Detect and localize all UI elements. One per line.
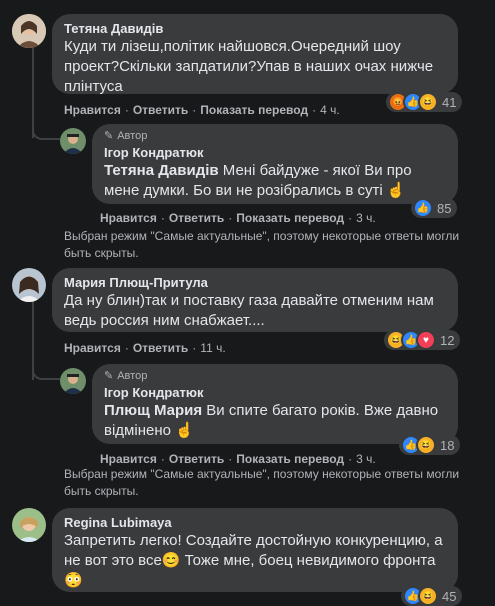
filter-notice: Выбран режим "Самые актуальные", поэтому…	[64, 467, 460, 498]
comment-text: Да ну блин)так и поставку газа давайте о…	[64, 292, 434, 329]
avatar[interactable]	[12, 268, 46, 302]
translate-link[interactable]: Показать перевод	[236, 452, 344, 466]
comment-text: Тетяна Давидів Мені байдуже - якої Ви пр…	[104, 162, 412, 199]
author-badge: ✎ Автор	[104, 129, 148, 143]
comment-author[interactable]: Тетяна Давидів	[64, 21, 446, 37]
pencil-icon: ✎	[104, 370, 114, 382]
love-icon: ♥	[416, 330, 436, 350]
reaction-count: 45	[442, 588, 457, 604]
thread-line	[32, 110, 60, 140]
reply-link[interactable]: Ответить	[169, 211, 224, 225]
timestamp[interactable]: 4 ч.	[320, 103, 340, 117]
reaction-count: 85	[437, 200, 452, 216]
thread-line	[32, 350, 60, 380]
reactions-summary[interactable]: 😆 👍 ♥ 12	[384, 330, 461, 350]
translate-link[interactable]: Показать перевод	[200, 103, 308, 117]
author-badge: ✎ Автор	[104, 369, 148, 383]
avatar[interactable]	[60, 368, 86, 394]
reaction-count: 12	[440, 332, 455, 348]
comment-actions: Нравится · Ответить · Показать перевод · 4 ч.	[64, 103, 340, 117]
comment-bubble: Regina Lubimaya Запретить легко! Создайт…	[52, 508, 458, 592]
like-link[interactable]: Нравится	[100, 452, 157, 466]
reaction-count: 18	[440, 437, 455, 453]
reactions-summary[interactable]: 👍 😆 45	[401, 586, 463, 606]
comment-author[interactable]: Ігор Кондратюк	[104, 385, 446, 401]
like-icon: 👍	[413, 198, 433, 218]
reply-link[interactable]: Ответить	[133, 341, 188, 355]
timestamp[interactable]: 11 ч.	[200, 341, 225, 355]
reactions-summary[interactable]: 👍 😆 18	[399, 435, 461, 455]
pencil-icon: ✎	[104, 130, 114, 142]
comment-actions: Нравится · Ответить · 11 ч.	[64, 341, 226, 355]
reactions-summary[interactable]: 😡 👍 😆 41	[386, 92, 463, 112]
reply-link[interactable]: Ответить	[169, 452, 224, 466]
like-link[interactable]: Нравится	[64, 103, 121, 117]
comment-text: Куди ти лізеш,політик найшовся.Очередний…	[64, 38, 434, 95]
comment-text: Запретить легко! Создайте достойную конк…	[64, 532, 443, 589]
like-link[interactable]: Нравится	[100, 211, 157, 225]
filter-notice: Выбран режим "Самые актуальные", поэтому…	[64, 229, 460, 260]
comment-bubble: ✎ Автор Ігор Кондратюк Плющ Мария Ви спит…	[92, 364, 458, 444]
avatar[interactable]	[60, 128, 86, 154]
mention-link[interactable]: Тетяна Давидів	[104, 162, 219, 179]
haha-icon: 😆	[418, 92, 438, 112]
mention-link[interactable]: Плющ Мария	[104, 402, 202, 419]
avatar[interactable]	[12, 14, 46, 48]
reactions-summary[interactable]: 👍 85	[411, 198, 458, 218]
comment-bubble: Мария Плющ-Притула Да ну блин)так и пост…	[52, 268, 458, 332]
like-link[interactable]: Нравится	[64, 341, 121, 355]
translate-link[interactable]: Показать перевод	[236, 211, 344, 225]
comment-author[interactable]: Мария Плющ-Притула	[64, 275, 446, 291]
comment-author[interactable]: Regina Lubimaya	[64, 515, 446, 531]
comment-text: Плющ Мария Ви спите багато років. Вже да…	[104, 402, 439, 439]
comment-actions: Нравится · Ответить · Показать перевод · 3 ч.	[100, 211, 376, 225]
avatar[interactable]	[12, 508, 46, 542]
timestamp[interactable]: 3 ч.	[356, 452, 376, 466]
comment-actions: Нравится · Ответить · Показать перевод · 3 ч.	[100, 452, 376, 466]
reply-link[interactable]: Ответить	[133, 103, 188, 117]
timestamp[interactable]: 3 ч.	[356, 211, 376, 225]
comment-bubble: ✎ Автор Ігор Кондратюк Тетяна Давидів Мен…	[92, 124, 458, 204]
comment-bubble: Тетяна Давидів Куди ти лізеш,політик най…	[52, 14, 458, 95]
comment-author[interactable]: Ігор Кондратюк	[104, 145, 446, 161]
haha-icon: 😆	[416, 435, 436, 455]
reaction-count: 41	[442, 94, 457, 110]
haha-icon: 😆	[418, 586, 438, 606]
